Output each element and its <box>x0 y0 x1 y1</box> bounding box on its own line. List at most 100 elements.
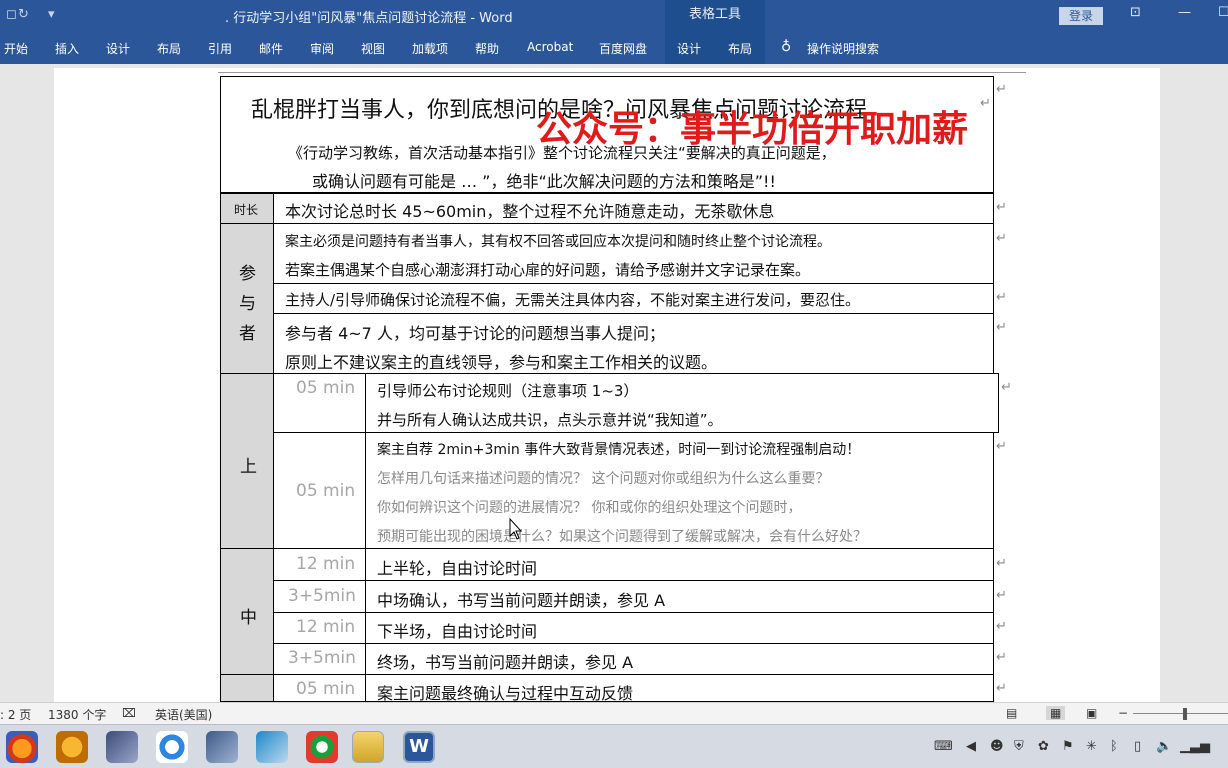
tab-help[interactable]: 帮助 <box>475 40 499 57</box>
u2-text-2: 怎样用几句话来描述问题的情况？ 这个问题对你或组织为什么这么重要？ <box>377 471 830 487</box>
file-explorer-icon[interactable] <box>352 731 384 763</box>
m2-time: 3+5min <box>288 586 356 606</box>
row-end-mark: ↵ <box>996 231 1007 246</box>
tab-view[interactable]: 视图 <box>361 40 385 57</box>
owner-rule-1: 案主必须是问题持有者当事人，其有权不回答或回应本次提问和随时终止整个讨论流程。 <box>285 234 831 250</box>
flag-icon[interactable]: ⚑ <box>1062 739 1074 754</box>
sync-icon[interactable]: ✿ <box>1038 739 1049 754</box>
u2-text-4: 预期可能出现的困境是什么？如果这个问题得到了缓解或解决，会有什么好处？ <box>377 529 867 545</box>
tray-arrow-icon[interactable]: ◀ <box>966 739 976 754</box>
zoom-slider[interactable] <box>1133 713 1228 714</box>
tab-home[interactable]: 开始 <box>4 40 28 57</box>
word-count[interactable]: 1380 个字 <box>48 706 106 723</box>
page-count[interactable]: : 2 页 <box>0 706 31 723</box>
mouse-cursor-icon <box>509 518 523 540</box>
minimize-icon[interactable]: — <box>1178 5 1191 20</box>
app-icon[interactable] <box>306 731 338 763</box>
row-end-mark: ↵ <box>996 200 1007 215</box>
members-rule-1: 参与者 4~7 人，均可基于讨论的问题想当事人提问； <box>285 324 665 343</box>
participants-label-char-3: 者 <box>239 324 256 344</box>
duration-label: 时长 <box>234 203 259 217</box>
row-end-mark: ↵ <box>996 588 1007 603</box>
signal-icon[interactable]: ▁▃▅ <box>1180 739 1210 754</box>
tab-table-design[interactable]: 设计 <box>677 40 701 57</box>
lower-label-cell[interactable] <box>220 674 274 702</box>
participants-label-char-1: 参 <box>239 264 256 284</box>
network-icon[interactable] <box>256 731 288 763</box>
language-indicator[interactable]: 英语(美国) <box>155 706 212 723</box>
qq-icon[interactable]: ☻ <box>990 739 1004 754</box>
m1-text: 上半轮，自由讨论时间 <box>377 559 538 578</box>
media-player-icon[interactable] <box>106 731 138 763</box>
bluetooth-icon[interactable]: ᛒ <box>1110 739 1118 754</box>
music-player-icon[interactable] <box>56 731 88 763</box>
subtitle-line-1: 《行动学习教练，首次活动基本指引》整个讨论流程只关注“要解决的真正问题是， <box>288 144 836 162</box>
lightbulb-icon[interactable]: ♁ <box>781 39 791 55</box>
print-layout-icon[interactable]: ▦ <box>1046 706 1066 720</box>
word-taskbar-icon[interactable]: W <box>403 731 435 763</box>
row-end-mark: ↵ <box>996 556 1007 571</box>
tab-insert[interactable]: 插入 <box>55 40 79 57</box>
window-title: . 行动学习小组"问风暴"焦点问题讨论流程 - Word <box>225 11 513 26</box>
tab-table-layout[interactable]: 布局 <box>728 40 752 57</box>
login-button[interactable]: 登录 <box>1059 7 1103 25</box>
row-end-mark: ↵ <box>996 650 1007 665</box>
tab-addins[interactable]: 加载项 <box>412 40 448 57</box>
security-icon[interactable]: ⛨ <box>1014 739 1024 754</box>
web-layout-icon[interactable]: ▣ <box>1086 706 1097 720</box>
duration-text: 本次讨论总时长 45~60min，整个过程不允许随意走动，无茶歇休息 <box>285 202 775 221</box>
tab-mailings[interactable]: 邮件 <box>259 40 283 57</box>
owner-rule-2: 若案主偶遇某个自感心潮澎湃打动心扉的好问题，请给予感谢并文字记录在案。 <box>285 261 811 279</box>
tray-keyboard-icon[interactable]: ⌨ <box>934 739 953 754</box>
clipboard-icon[interactable]: ▯ <box>1134 739 1141 754</box>
zoom-slider-thumb[interactable] <box>1183 708 1187 720</box>
proofing-icon[interactable]: ⌧ <box>122 706 136 720</box>
taskbar: W ⌨ ◀ ☻ ⛨ ✿ ⚑ ✳ ᛒ ▯ 🔈 ▁▃▅ <box>0 724 1228 768</box>
page-top-border <box>218 72 1026 73</box>
cell-end-mark: ↵ <box>980 96 991 111</box>
ribbon-display-icon[interactable]: ⊡ <box>1130 5 1141 20</box>
table-tools-label: 表格工具 <box>665 0 765 32</box>
customize-quick-access-icon[interactable]: ▾ <box>48 7 55 22</box>
status-bar: : 2 页 1380 个字 ⌧ 英语(美国) ▤ ▦ ▣ − <box>0 702 1228 724</box>
firefox-icon[interactable] <box>6 731 38 763</box>
u1-text-1: 引导师公布讨论规则（注意事项 1~3） <box>377 382 639 400</box>
row-end-mark: ↵ <box>996 619 1007 634</box>
host-rule: 主持人/引导师确保讨论流程不偏，无需关注具体内容，不能对案主进行发问，要忍住。 <box>285 291 861 309</box>
row-end-mark: ↵ <box>996 681 1007 696</box>
middle-label: 中 <box>240 608 257 628</box>
row-end-mark: ↵ <box>1001 380 1012 395</box>
tell-me-search[interactable]: 操作说明搜索 <box>807 40 879 57</box>
tab-layout[interactable]: 布局 <box>157 40 181 57</box>
ribbon-tabs: 开始 插入 设计 布局 引用 邮件 审阅 视图 加载项 帮助 Acrobat 百… <box>0 32 1228 64</box>
star-icon[interactable]: ✳ <box>1086 739 1097 754</box>
tab-design[interactable]: 设计 <box>106 40 130 57</box>
participants-label-char-2: 与 <box>239 294 256 314</box>
m2-text: 中场确认，书写当前问题并朗读，参见 A <box>377 591 666 610</box>
m3-time: 12 min <box>296 617 356 637</box>
row-end-mark: ↵ <box>996 439 1007 454</box>
upper-label: 上 <box>240 457 257 477</box>
tab-acrobat[interactable]: Acrobat <box>527 40 573 54</box>
row-end-mark: ↵ <box>996 290 1007 305</box>
volume-icon[interactable]: 🔈 <box>1156 739 1172 754</box>
zoom-out-icon[interactable]: − <box>1118 706 1128 720</box>
read-mode-icon[interactable]: ▤ <box>1006 706 1017 720</box>
m3-text: 下半场，自由讨论时间 <box>377 622 538 641</box>
m1-time: 12 min <box>296 554 356 574</box>
row-end-mark: ↵ <box>996 82 1007 97</box>
l1-text: 案主问题最终确认与过程中互动反馈 <box>377 684 634 703</box>
row-end-mark: ↵ <box>996 320 1007 335</box>
snipping-tool-icon[interactable] <box>206 731 238 763</box>
m4-text: 终场，书写当前问题并朗读，参见 A <box>377 653 634 672</box>
redo-icon[interactable]: ↻ <box>18 7 29 22</box>
u1-time: 05 min <box>296 378 356 398</box>
save-icon[interactable]: ◻ <box>6 7 17 22</box>
tab-review[interactable]: 审阅 <box>310 40 334 57</box>
maximize-icon[interactable]: ☐ <box>1218 5 1228 20</box>
baidu-netdisk-icon[interactable] <box>156 731 188 763</box>
subtitle-line-2: 或确认问题有可能是 … ”，绝非“此次解决问题的方法和策略是”!! <box>312 172 776 191</box>
tab-references[interactable]: 引用 <box>208 40 232 57</box>
u1-text-2: 并与所有人确认达成共识，点头示意并说“我知道”。 <box>377 411 723 429</box>
tab-baidu-netdisk[interactable]: 百度网盘 <box>599 40 647 57</box>
